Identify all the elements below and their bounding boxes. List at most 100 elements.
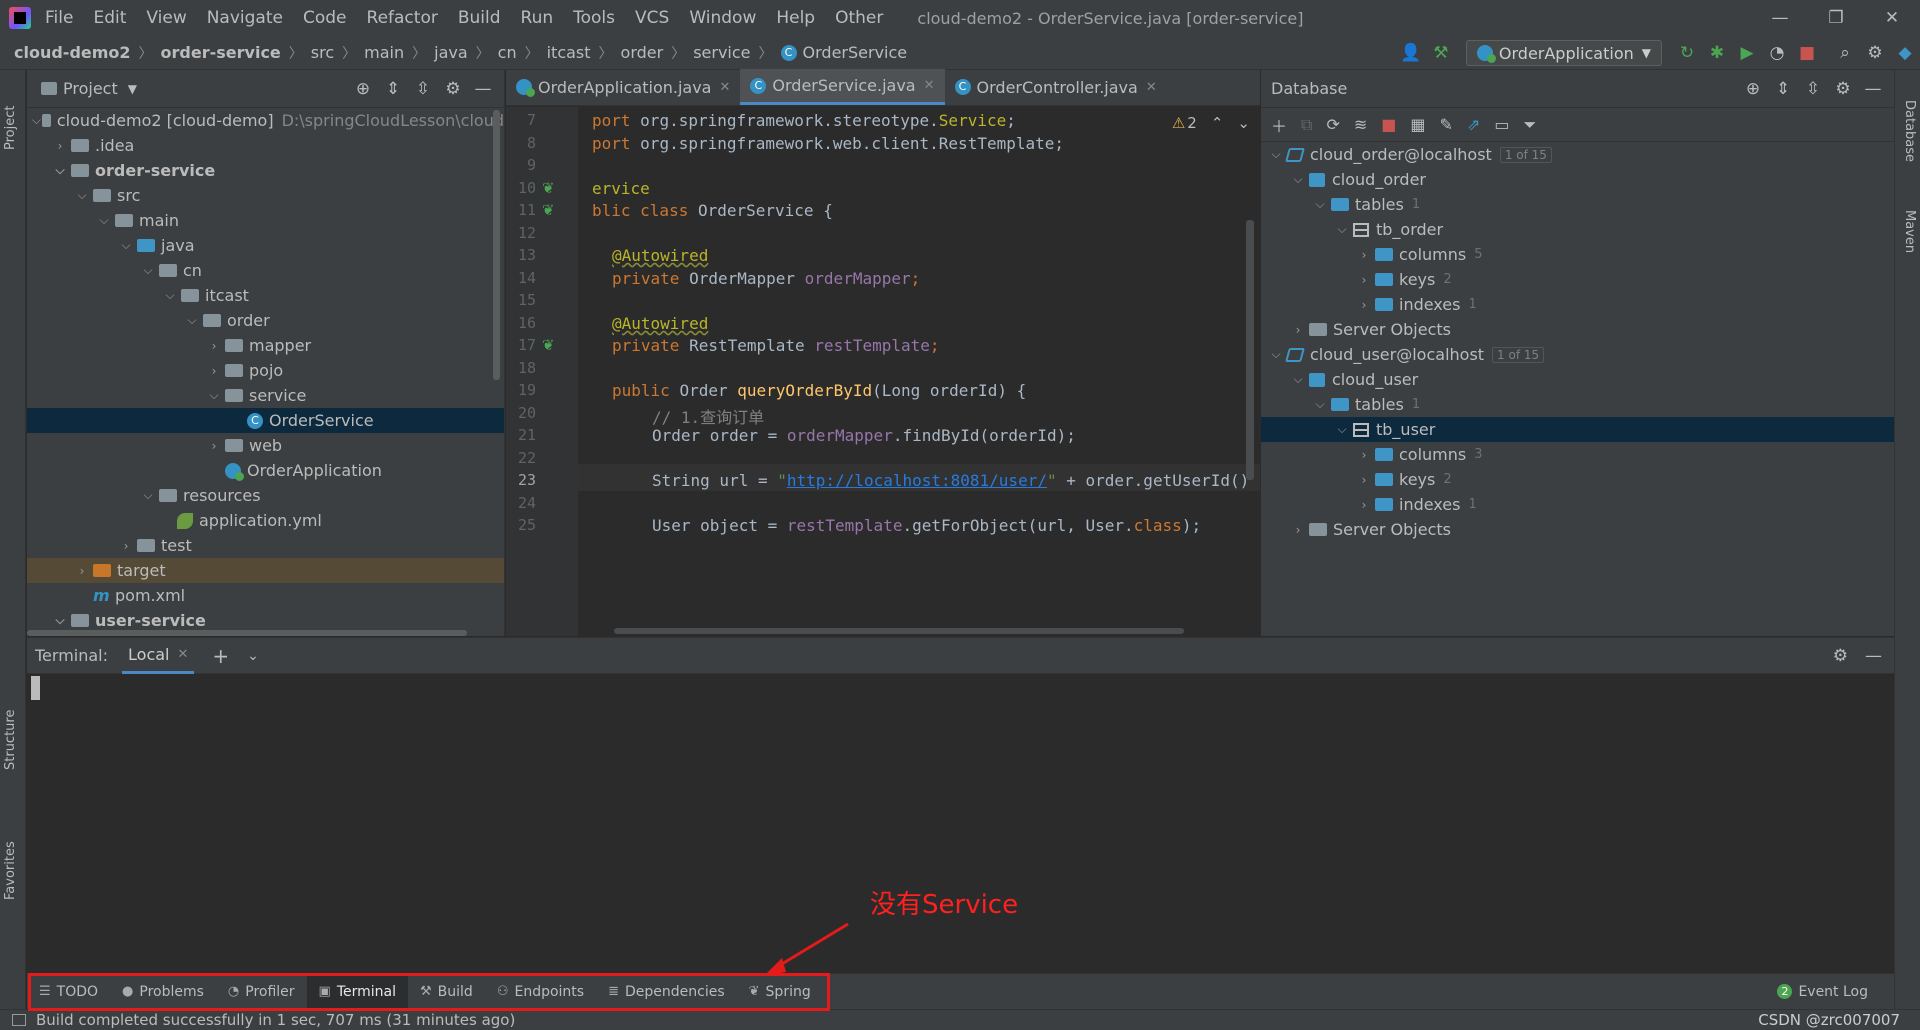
collapse-all-icon[interactable]: ⇳ bbox=[408, 74, 438, 104]
close-tab-icon[interactable]: ✕ bbox=[1146, 80, 1157, 95]
tree-row[interactable]: › web bbox=[27, 433, 504, 458]
gear-icon[interactable]: ⚙ bbox=[1860, 38, 1890, 68]
tree-row[interactable]: › mapper bbox=[27, 333, 504, 358]
tree-row[interactable]: › columns 3 bbox=[1261, 442, 1894, 467]
tree-row[interactable]: ⌵ order bbox=[27, 308, 504, 333]
tree-row[interactable]: ⌵ cn bbox=[27, 258, 504, 283]
tree-row[interactable]: ⌵ src bbox=[27, 183, 504, 208]
breadcrumb-item[interactable]: order bbox=[621, 43, 664, 62]
breadcrumb-item[interactable]: main bbox=[364, 43, 404, 62]
code-area[interactable]: port org.springframework.stereotype.Serv… bbox=[578, 107, 1260, 636]
spring-bean-icon[interactable]: ❦ bbox=[542, 179, 555, 197]
chevron-down-icon[interactable]: ⌄ bbox=[247, 648, 259, 664]
close-tab-icon[interactable]: ✕ bbox=[924, 78, 935, 93]
locate-icon[interactable]: ⊕ bbox=[348, 74, 378, 104]
user-icon[interactable]: 👤 bbox=[1396, 38, 1426, 68]
tree-row[interactable]: ⌵ main bbox=[27, 208, 504, 233]
gear-icon[interactable]: ⚙ bbox=[438, 74, 468, 104]
hide-icon[interactable]: — bbox=[1865, 646, 1882, 666]
menu-view[interactable]: View bbox=[146, 8, 186, 28]
add-icon[interactable]: ＋ bbox=[1271, 113, 1287, 137]
horizontal-scrollbar[interactable] bbox=[27, 630, 467, 636]
filter-icon[interactable]: ⏷ bbox=[1523, 115, 1536, 135]
breadcrumb-item[interactable]: itcast bbox=[547, 43, 591, 62]
breadcrumb-item[interactable]: cn bbox=[498, 43, 517, 62]
editor-tab-active[interactable]: C OrderService.java ✕ bbox=[740, 69, 945, 105]
tree-row[interactable]: › Server Objects bbox=[1261, 317, 1894, 342]
toggle-tool-windows-icon[interactable] bbox=[12, 1014, 26, 1026]
tree-row[interactable]: ⌵ resources bbox=[27, 483, 504, 508]
chevron-up-icon[interactable]: ⌃ bbox=[1211, 114, 1224, 132]
side-tab-maven[interactable]: Maven bbox=[1902, 210, 1917, 253]
schema-sync-icon[interactable]: ≋ bbox=[1354, 115, 1367, 134]
tree-row[interactable]: ⌵ tb_order bbox=[1261, 217, 1894, 242]
close-tab-icon[interactable]: ✕ bbox=[177, 647, 188, 662]
code-url-link[interactable]: http://localhost:8081/user/ bbox=[787, 471, 1047, 490]
vertical-scrollbar[interactable] bbox=[493, 110, 500, 380]
menu-vcs[interactable]: VCS bbox=[635, 8, 669, 28]
spring-bean-icon[interactable]: ❦ bbox=[542, 201, 555, 219]
tree-row[interactable]: ⌵ cloud_order@localhost 1 of 15 bbox=[1261, 142, 1894, 167]
menu-tools[interactable]: Tools bbox=[573, 8, 615, 28]
minimize-icon[interactable]: — bbox=[1752, 0, 1808, 36]
tree-row[interactable]: application.yml bbox=[27, 508, 504, 533]
refresh-icon[interactable]: ⟳ bbox=[1326, 115, 1339, 134]
chevron-down-icon[interactable]: ⌄ bbox=[1237, 114, 1250, 132]
menu-build[interactable]: Build bbox=[458, 8, 501, 28]
tree-row[interactable]: ⌵ java bbox=[27, 233, 504, 258]
edit-icon[interactable]: ✎ bbox=[1440, 115, 1453, 134]
close-tab-icon[interactable]: ✕ bbox=[719, 80, 730, 95]
spring-bean-icon[interactable]: ❦ bbox=[542, 336, 555, 354]
tree-row[interactable]: › keys 2 bbox=[1261, 467, 1894, 492]
tree-row[interactable]: ⌵ cloud_user bbox=[1261, 367, 1894, 392]
tree-row[interactable]: ⌵ cloud_order bbox=[1261, 167, 1894, 192]
tree-row[interactable]: OrderApplication bbox=[27, 458, 504, 483]
stop-icon[interactable]: ■ bbox=[1381, 115, 1396, 134]
table-view-icon[interactable]: ▦ bbox=[1410, 115, 1425, 134]
tree-row[interactable]: › indexes 1 bbox=[1261, 292, 1894, 317]
new-terminal-icon[interactable]: + bbox=[212, 644, 229, 668]
menu-edit[interactable]: Edit bbox=[93, 8, 126, 28]
gear-icon[interactable]: ⚙ bbox=[1828, 74, 1858, 104]
side-tab-database[interactable]: Database bbox=[1902, 100, 1917, 162]
tool-tab-event-log[interactable]: 2 Event Log bbox=[1765, 975, 1880, 1009]
locate-icon[interactable]: ⊕ bbox=[1738, 74, 1768, 104]
tree-row[interactable]: › Server Objects bbox=[1261, 517, 1894, 542]
jetbrains-toolbox-icon[interactable]: ◆ bbox=[1890, 38, 1920, 68]
menu-help[interactable]: Help bbox=[776, 8, 815, 28]
tree-row[interactable]: ⌵ itcast bbox=[27, 283, 504, 308]
tree-row[interactable]: › indexes 1 bbox=[1261, 492, 1894, 517]
coverage-icon[interactable]: ▶ bbox=[1732, 38, 1762, 68]
tree-row[interactable]: ⌵ service bbox=[27, 383, 504, 408]
side-tab-favorites[interactable]: Favorites bbox=[3, 841, 18, 900]
tree-row[interactable]: ⌵ cloud-demo2 [cloud-demo] D:\springCloudL… bbox=[27, 108, 504, 133]
hide-icon[interactable]: — bbox=[468, 74, 498, 104]
build-hammer-icon[interactable]: ⚒ bbox=[1426, 38, 1456, 68]
terminal-cursor[interactable] bbox=[31, 676, 40, 700]
editor-tab[interactable]: OrderApplication.java ✕ bbox=[506, 69, 740, 105]
jump-to-console-icon[interactable]: ⇗ bbox=[1467, 115, 1480, 134]
project-panel-title[interactable]: Project bbox=[63, 79, 118, 98]
tree-row[interactable]: m pom.xml bbox=[27, 583, 504, 608]
tree-row[interactable]: › keys 2 bbox=[1261, 267, 1894, 292]
breadcrumb-item[interactable]: order-service bbox=[161, 43, 281, 62]
breadcrumb-item[interactable]: OrderService bbox=[803, 43, 908, 62]
expand-all-icon[interactable]: ⇕ bbox=[1768, 74, 1798, 104]
collapse-all-icon[interactable]: ⇳ bbox=[1798, 74, 1828, 104]
tree-row[interactable]: ⌵ tables 1 bbox=[1261, 392, 1894, 417]
chevron-down-icon[interactable]: ▼ bbox=[128, 82, 137, 96]
search-icon[interactable]: ⌕ bbox=[1830, 38, 1860, 68]
expand-all-icon[interactable]: ⇕ bbox=[378, 74, 408, 104]
editor-horizontal-scrollbar[interactable] bbox=[614, 628, 1184, 634]
close-icon[interactable]: ✕ bbox=[1864, 0, 1920, 36]
copy-icon[interactable]: ⧉ bbox=[1301, 115, 1312, 135]
tree-row[interactable]: › target bbox=[27, 558, 504, 583]
restore-icon[interactable]: ❐ bbox=[1808, 0, 1864, 36]
schema-count-badge[interactable]: 1 of 15 bbox=[1492, 346, 1545, 363]
breadcrumb-item[interactable]: service bbox=[693, 43, 750, 62]
editor-vertical-scrollbar[interactable] bbox=[1246, 220, 1254, 480]
menu-code[interactable]: Code bbox=[303, 8, 347, 28]
side-tab-project[interactable]: Project bbox=[3, 106, 18, 150]
console-icon[interactable]: ▭ bbox=[1494, 115, 1509, 134]
breadcrumb-item[interactable]: java bbox=[434, 43, 468, 62]
